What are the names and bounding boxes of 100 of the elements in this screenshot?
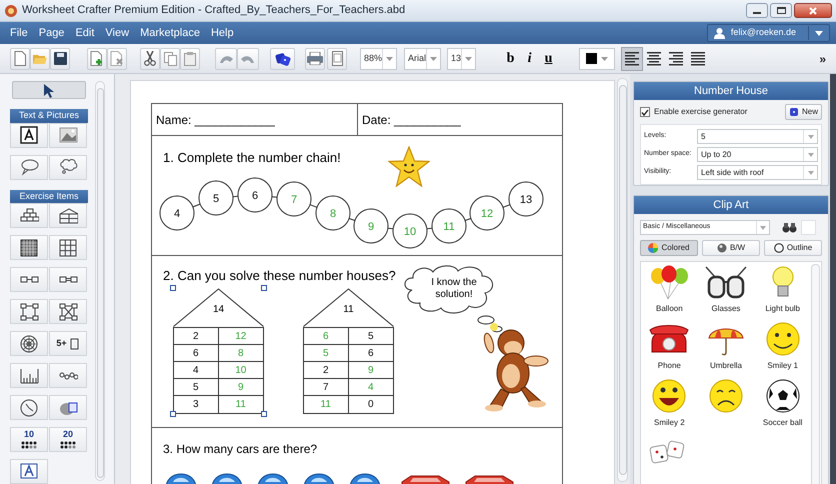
clip-art-item[interactable]: Umbrella xyxy=(698,322,754,376)
tool-button[interactable]: 5+ xyxy=(49,331,87,356)
menu-item[interactable]: Help xyxy=(210,24,234,42)
tool-button[interactable] xyxy=(49,154,87,180)
print-button[interactable] xyxy=(305,48,325,70)
table-cell: 2 xyxy=(304,362,348,379)
close-icon xyxy=(809,6,817,14)
maximize-icon xyxy=(776,7,786,14)
clip-art-item[interactable]: Soccer ball xyxy=(754,379,811,433)
more-button[interactable]: » xyxy=(819,50,826,68)
task-title: 2. Can you solve these number houses? xyxy=(163,267,396,285)
user-account-button[interactable]: felix@roeken.de xyxy=(706,24,830,42)
delete-page-icon xyxy=(110,51,124,66)
scrollbar[interactable] xyxy=(95,81,105,481)
scrollbar[interactable] xyxy=(617,78,628,482)
menu-item[interactable]: File xyxy=(10,24,28,42)
menu-item[interactable]: View xyxy=(105,24,130,42)
tool-button[interactable] xyxy=(49,235,87,260)
save-button[interactable] xyxy=(50,48,70,70)
tool-button[interactable]: 10 xyxy=(10,427,48,452)
new-page-button[interactable] xyxy=(10,48,30,70)
style-toggle[interactable]: Colored xyxy=(640,240,698,256)
dropdown[interactable]: Up to 20 xyxy=(697,147,818,162)
close-button[interactable] xyxy=(794,3,832,18)
menu-item[interactable]: Marketplace xyxy=(140,24,200,42)
minimize-button[interactable] xyxy=(746,3,768,18)
pointer-tool-button[interactable] xyxy=(12,81,86,99)
font-dropdown[interactable]: Arial xyxy=(404,48,442,70)
tool-button[interactable] xyxy=(49,299,87,324)
tool-button[interactable] xyxy=(10,122,48,148)
clip-art-item[interactable]: Balloon xyxy=(641,265,698,319)
panel-header: Clip Art xyxy=(634,196,828,214)
name-field[interactable]: Name: ____________ xyxy=(156,110,275,128)
tool-button[interactable] xyxy=(10,331,48,356)
tool-button[interactable] xyxy=(49,203,87,228)
tool-button[interactable]: 20 xyxy=(49,427,87,452)
roof-number: 11 xyxy=(342,305,355,315)
tool-button[interactable] xyxy=(10,235,48,260)
date-field[interactable]: Date: __________ xyxy=(362,110,461,128)
selection-handle[interactable] xyxy=(170,285,176,291)
table-cell-text: 11 xyxy=(234,398,247,412)
text-color-dropdown[interactable] xyxy=(579,48,616,70)
dropdown[interactable]: 5 xyxy=(697,129,818,144)
tool-button[interactable] xyxy=(10,267,48,292)
car-drawing xyxy=(347,472,383,484)
clip-art-item[interactable]: Light bulb xyxy=(754,265,811,319)
align-left-button[interactable] xyxy=(621,46,644,70)
user-icon xyxy=(714,28,725,38)
clip-art-item[interactable]: Glasses xyxy=(698,265,754,319)
tool-button[interactable] xyxy=(10,154,48,180)
chain-node: 11 xyxy=(432,208,466,244)
tool-button[interactable] xyxy=(10,459,48,484)
tool-button[interactable] xyxy=(49,395,87,420)
align-left-icon xyxy=(625,52,640,66)
page-preview-button[interactable] xyxy=(327,48,347,70)
italic-button[interactable]: i xyxy=(520,48,540,70)
scrollbar[interactable] xyxy=(811,264,820,484)
zoom-dropdown[interactable]: 88% xyxy=(360,48,398,70)
menu-item[interactable]: Page xyxy=(38,24,64,42)
tool-button[interactable] xyxy=(10,203,48,228)
caret-down-icon xyxy=(808,152,814,156)
search-field[interactable] xyxy=(801,220,816,235)
maximize-button[interactable] xyxy=(770,3,792,18)
table-cell: 10 xyxy=(218,362,263,379)
car-drawing xyxy=(163,472,199,484)
chain-node: 4 xyxy=(160,196,194,230)
selection-handle[interactable] xyxy=(261,285,267,291)
grid-icon xyxy=(58,238,78,256)
underline-button[interactable]: u xyxy=(539,48,558,70)
number-house-icon xyxy=(58,206,78,224)
selection-handle[interactable] xyxy=(261,411,267,417)
tool-button[interactable] xyxy=(10,363,48,388)
tool-button[interactable] xyxy=(49,267,87,292)
tool-button[interactable] xyxy=(49,363,87,388)
folder-icon xyxy=(33,52,47,64)
bold-button[interactable]: b xyxy=(501,48,520,70)
clip-art-item[interactable]: Smiley 1 xyxy=(754,322,811,376)
section-header: Exercise Items xyxy=(10,190,88,203)
tool-button[interactable] xyxy=(10,299,48,324)
printer-icon xyxy=(307,52,323,65)
style-toggle[interactable]: B/W xyxy=(702,240,760,256)
menu-item[interactable]: Edit xyxy=(75,24,94,42)
add-page-button[interactable] xyxy=(87,48,107,70)
chain-node: 7 xyxy=(276,182,312,216)
paste-button[interactable] xyxy=(180,48,200,70)
table-cell: 12 xyxy=(218,328,263,345)
task-title: 3. How many cars are there? xyxy=(163,441,318,458)
tool-button[interactable] xyxy=(10,395,48,420)
style-toggle[interactable]: Outline xyxy=(764,240,822,256)
selection-handle[interactable] xyxy=(170,411,176,417)
clip-art-item[interactable]: Phone xyxy=(641,322,698,376)
delete-page-button[interactable] xyxy=(107,48,127,70)
clip-art-item[interactable]: Smiley 2 xyxy=(641,379,698,433)
checkbox[interactable] xyxy=(640,107,650,117)
new-button[interactable]: New xyxy=(784,104,822,120)
random-dice-button[interactable] xyxy=(270,48,295,70)
table-cell: 6 xyxy=(348,345,393,362)
dropdown[interactable]: Left side with roof xyxy=(697,165,818,180)
cut-button[interactable] xyxy=(140,48,160,70)
font-size-dropdown[interactable]: 13 xyxy=(447,48,476,70)
